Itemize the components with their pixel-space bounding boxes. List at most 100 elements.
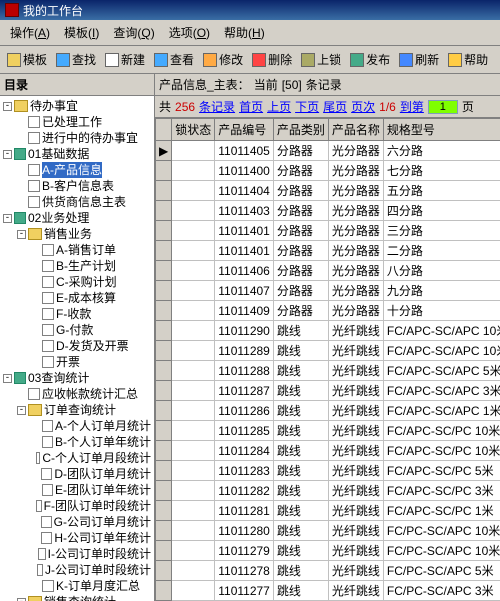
menu-item-3[interactable]: 选项(O): [163, 22, 216, 43]
cell: 11011280: [215, 521, 274, 541]
table-row[interactable]: 11011286跳线光纤跳线FC/APC-SC/APC 1米Admin: [156, 401, 500, 421]
col-2[interactable]: 产品类别: [273, 119, 328, 141]
tree-g03-b[interactable]: -订单查询统计: [16, 402, 152, 418]
tree-g02-sale-1[interactable]: B-生产计划: [30, 258, 152, 274]
table-row[interactable]: 11011287跳线光纤跳线FC/APC-SC/APC 3米Admin: [156, 381, 500, 401]
table-row[interactable]: 11011282跳线光纤跳线FC/APC-SC/PC 3米Admin: [156, 481, 500, 501]
expand-icon[interactable]: -: [17, 230, 26, 239]
doc-icon: [28, 132, 40, 144]
table-row[interactable]: 11011281跳线光纤跳线FC/APC-SC/PC 1米Admin: [156, 501, 500, 521]
table-row[interactable]: 11011284跳线光纤跳线FC/APC-SC/PC 10米Admin: [156, 441, 500, 461]
tree-view[interactable]: -待办事宜已处理工作进行中的待办事宜-01基础数据A-产品信息B-客户信息表供货…: [0, 96, 154, 601]
menubar: 操作(A)模板(I)查询(Q)选项(O)帮助(H): [0, 20, 500, 46]
row-indicator: [156, 521, 172, 541]
first-page[interactable]: 首页: [239, 98, 263, 115]
expand-icon[interactable]: -: [3, 374, 12, 383]
table-row[interactable]: 11011409分路器光分路器十分路Admin: [156, 301, 500, 321]
table-row[interactable]: 11011285跳线光纤跳线FC/APC-SC/PC 10米以上Admin: [156, 421, 500, 441]
col-0[interactable]: 锁状态: [172, 119, 215, 141]
table-row[interactable]: 11011400分路器光分路器七分路Admin: [156, 161, 500, 181]
tree-g03-b-2[interactable]: C-个人订单月段统计: [30, 450, 152, 466]
tree-g03-b-4[interactable]: E-团队订单年统计: [30, 482, 152, 498]
tree-g02-sale-3[interactable]: E-成本核算: [30, 290, 152, 306]
tree-g03-b-6[interactable]: G-公司订单月统计: [30, 514, 152, 530]
menu-item-0[interactable]: 操作(A): [4, 22, 56, 43]
cell: FC/PC-SC/APC 10米以上: [383, 521, 500, 541]
table-row[interactable]: 11011278跳线光纤跳线FC/PC-SC/APC 5米Admin: [156, 561, 500, 581]
tree-g02-sale-5[interactable]: G-付款: [30, 322, 152, 338]
tree-g03-b-8[interactable]: I-公司订单时段统计: [30, 546, 152, 562]
lock-btn[interactable]: 上锁: [297, 48, 345, 71]
expand-icon[interactable]: -: [17, 406, 26, 415]
table-row[interactable]: 11011403分路器光分路器四分路Admin: [156, 201, 500, 221]
tree-g01[interactable]: -01基础数据: [2, 146, 152, 162]
expand-icon[interactable]: -: [3, 150, 12, 159]
table-row[interactable]: 11011277跳线光纤跳线FC/PC-SC/APC 3米Admin: [156, 581, 500, 601]
tree-g03-b-10[interactable]: K-订单月度汇总: [30, 578, 152, 594]
tree-processed[interactable]: 已处理工作: [16, 114, 152, 130]
view-btn[interactable]: 查看: [150, 48, 198, 71]
table-row[interactable]: 11011407分路器光分路器九分路Admin: [156, 281, 500, 301]
table-row[interactable]: 11011401分路器光分路器三分路Admin: [156, 221, 500, 241]
table-row[interactable]: 11011406分路器光分路器八分路Admin: [156, 261, 500, 281]
doc-icon: [42, 276, 54, 288]
tree-g02-sale-2[interactable]: C-采购计划: [30, 274, 152, 290]
table-row[interactable]: 11011283跳线光纤跳线FC/APC-SC/PC 5米Admin: [156, 461, 500, 481]
table-row[interactable]: 11011279跳线光纤跳线FC/PC-SC/APC 10米Admin: [156, 541, 500, 561]
tree-g03-c[interactable]: -销售查询统计: [16, 594, 152, 601]
menu-item-1[interactable]: 模板(I): [58, 22, 105, 43]
col-1[interactable]: 产品编号: [215, 119, 274, 141]
help-btn[interactable]: 帮助: [444, 48, 492, 71]
table-row[interactable]: 11011289跳线光纤跳线FC/APC-SC/APC 10米Admin: [156, 341, 500, 361]
records-link[interactable]: 条记录: [199, 98, 235, 115]
tree-g02-sale[interactable]: -销售业务: [16, 226, 152, 242]
expand-icon[interactable]: -: [17, 598, 26, 601]
last-page[interactable]: 尾页: [323, 98, 347, 115]
tree-g02-sale-7[interactable]: 开票: [30, 354, 152, 370]
menu-item-2[interactable]: 查询(Q): [107, 22, 160, 43]
row-indicator: [156, 381, 172, 401]
tree-g02[interactable]: -02业务处理: [2, 210, 152, 226]
tree-g03-a[interactable]: 应收帐款统计汇总: [16, 386, 152, 402]
edit-btn[interactable]: 修改: [199, 48, 247, 71]
tree-g03-b-5[interactable]: F-团队订单时段统计: [30, 498, 152, 514]
table-row[interactable]: ▶11011405分路器光分路器六分路Admin: [156, 141, 500, 161]
publish-btn[interactable]: 发布: [346, 48, 394, 71]
tree-g01-2[interactable]: 供货商信息主表: [16, 194, 152, 210]
template-btn[interactable]: 模板: [3, 48, 51, 71]
col-4[interactable]: 规格型号: [383, 119, 500, 141]
tree-g03-b-9[interactable]: J-公司订单时段统计: [30, 562, 152, 578]
cell: 跳线: [273, 501, 328, 521]
tree-g02-sale-0[interactable]: A-销售订单: [30, 242, 152, 258]
prev-page[interactable]: 上页: [267, 98, 291, 115]
expand-icon[interactable]: -: [3, 102, 12, 111]
col-3[interactable]: 产品名称: [328, 119, 383, 141]
next-page[interactable]: 下页: [295, 98, 319, 115]
tree-inprogress[interactable]: 进行中的待办事宜: [16, 130, 152, 146]
tree-g01-0[interactable]: A-产品信息: [16, 162, 152, 178]
table-row[interactable]: 11011404分路器光分路器五分路Admin: [156, 181, 500, 201]
tree-g03-b-7[interactable]: H-公司订单年统计: [30, 530, 152, 546]
table-row[interactable]: 11011401分路器光分路器二分路Admin: [156, 241, 500, 261]
refresh-btn[interactable]: 刷新: [395, 48, 443, 71]
tree-g02-sale-6[interactable]: D-发货及开票: [30, 338, 152, 354]
menu-item-4[interactable]: 帮助(H): [218, 22, 271, 43]
cell: [172, 221, 215, 241]
tree-g03-b-0[interactable]: A-个人订单月统计: [30, 418, 152, 434]
tree-g03[interactable]: -03查询统计: [2, 370, 152, 386]
table-row[interactable]: 11011290跳线光纤跳线FC/APC-SC/APC 10米以上Admin: [156, 321, 500, 341]
data-grid[interactable]: 锁状态产品编号产品类别产品名称规格型号最后修改▶11011405分路器光分路器六…: [155, 118, 500, 601]
tree-g01-1[interactable]: B-客户信息表: [16, 178, 152, 194]
search-btn[interactable]: 查找: [52, 48, 100, 71]
tree-todo[interactable]: -待办事宜: [2, 98, 152, 114]
table-row[interactable]: 11011288跳线光纤跳线FC/APC-SC/APC 5米Admin: [156, 361, 500, 381]
cell: 分路器: [273, 241, 328, 261]
tree-g03-b-3[interactable]: D-团队订单月统计: [30, 466, 152, 482]
delete-btn[interactable]: 删除: [248, 48, 296, 71]
new-btn[interactable]: 新建: [101, 48, 149, 71]
expand-icon[interactable]: -: [3, 214, 12, 223]
table-row[interactable]: 11011280跳线光纤跳线FC/PC-SC/APC 10米以上Admin: [156, 521, 500, 541]
goto-input[interactable]: [428, 100, 458, 114]
tree-g03-b-1[interactable]: B-个人订单年统计: [30, 434, 152, 450]
tree-g02-sale-4[interactable]: F-收款: [30, 306, 152, 322]
